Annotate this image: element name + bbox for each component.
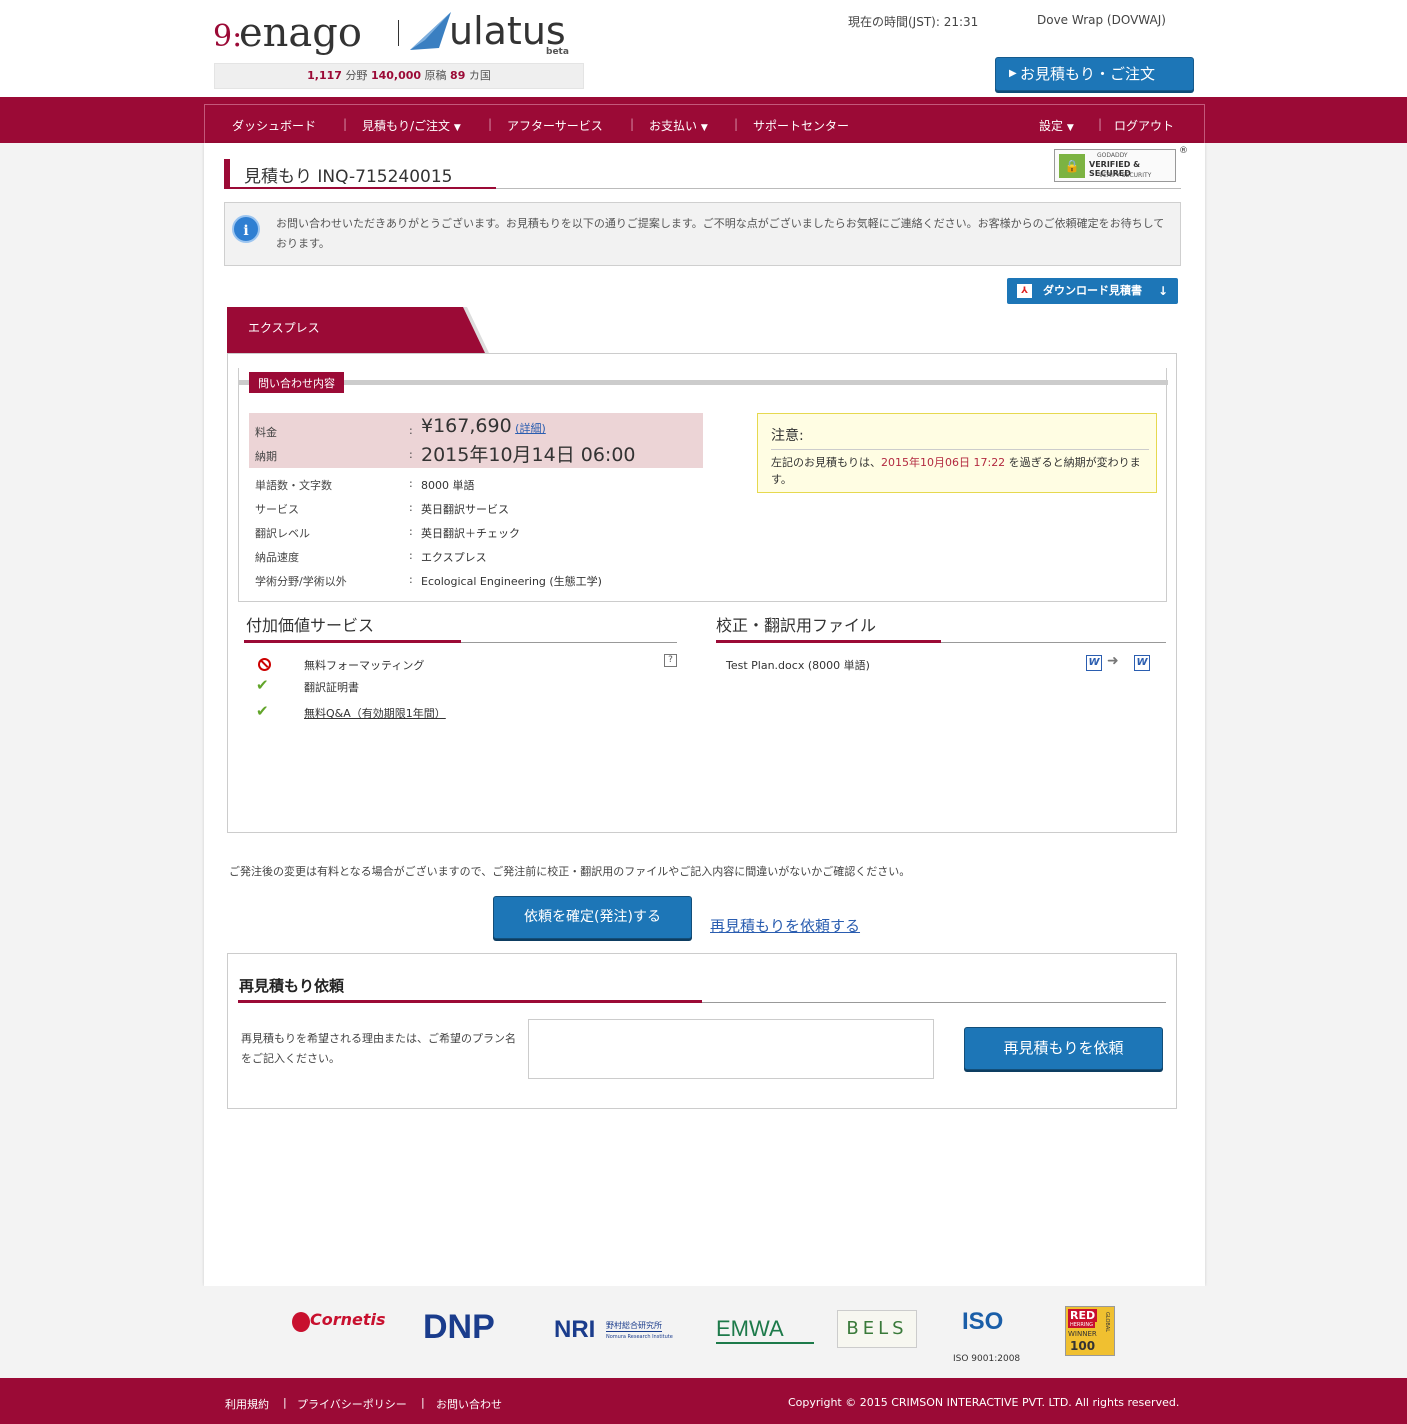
fee-label: 料金 bbox=[255, 426, 277, 439]
nav-support[interactable]: サポートセンター bbox=[753, 117, 849, 134]
requote-panel: 再見積もり依頼 再見積もりを希望される理由または、ご希望のプラン名をご記入くださ… bbox=[227, 953, 1177, 1109]
quote-order-button[interactable]: ▶ お見積もり・ご注文 bbox=[995, 57, 1194, 91]
lock-icon: 🔒 bbox=[1059, 154, 1085, 178]
fee-value: ¥167,690 (詳細) bbox=[421, 415, 546, 437]
help-icon[interactable]: ? bbox=[664, 654, 677, 667]
requote-title: 再見積もり依頼 bbox=[239, 977, 345, 995]
cornetis-logo: Cornetis bbox=[292, 1310, 386, 1332]
beta-label: beta bbox=[546, 47, 569, 57]
notice-title: 注意: bbox=[771, 428, 804, 444]
addon-item: 無料フォーマッティング bbox=[304, 659, 425, 672]
footer-terms-link[interactable]: 利用規約 bbox=[225, 1396, 269, 1412]
addon-services-title: 付加価値サービス bbox=[246, 616, 375, 635]
bels-logo: BELS bbox=[837, 1310, 917, 1348]
header: 9: enago ulatus beta 1,117 分野 140,000 原稿… bbox=[0, 0, 1407, 97]
notice-text: 左記のお見積もりは、2015年10月06日 17:22 を過ぎると納期が変わりま… bbox=[771, 456, 1141, 486]
arrow-down-icon: ↓ bbox=[1158, 284, 1169, 298]
notice-box: 注意: 左記のお見積もりは、2015年10月06日 17:22 を過ぎると納期が… bbox=[757, 413, 1157, 493]
detail-label: 翻訳レベル bbox=[255, 527, 310, 540]
detail-value: 英日翻訳＋チェック bbox=[421, 527, 520, 540]
main-nav: ダッシュボード | 見積もり/ご注文 ▼ | アフターサービス | お支払い ▼… bbox=[204, 104, 1205, 143]
svg-text:9:: 9: bbox=[213, 19, 242, 54]
download-quote-button[interactable]: ⅄ ダウンロード見積書 ↓ bbox=[1007, 278, 1178, 304]
confirm-order-button[interactable]: 依頼を確定(発注)する bbox=[493, 896, 692, 939]
nav-logout[interactable]: ログアウト bbox=[1114, 117, 1174, 134]
caret-right-icon: ▶ bbox=[1009, 68, 1017, 79]
pdf-icon: ⅄ bbox=[1017, 284, 1032, 298]
nav-payment[interactable]: お支払い ▼ bbox=[649, 117, 708, 134]
footer: 利用規約 | プライバシーポリシー | お問い合わせ Copyright © 2… bbox=[0, 1378, 1407, 1424]
delivery-label: 納期 bbox=[255, 450, 277, 463]
detail-label: サービス bbox=[255, 503, 299, 516]
footer-contact-link[interactable]: お問い合わせ bbox=[436, 1396, 502, 1412]
nri-logo: NRI bbox=[554, 1316, 596, 1343]
detail-value: 英日翻訳サービス bbox=[421, 503, 509, 516]
stats-bar: 1,117 分野 140,000 原稿 89 カ国 bbox=[214, 63, 584, 89]
user-name[interactable]: Dove Wrap (DOVWAJ) bbox=[1037, 13, 1166, 27]
detail-value: 8000 単語 bbox=[421, 479, 475, 492]
main-content: 見積もり INQ-715240015 🔒 GODADDY VERIFIED & … bbox=[204, 143, 1205, 1286]
detail-value: Ecological Engineering (生態工学) bbox=[421, 575, 602, 588]
enago-wordmark: enago bbox=[239, 10, 362, 56]
nri-subtitle-en: Nomura Research Institute bbox=[606, 1334, 673, 1340]
check-icon: ✔ bbox=[256, 702, 269, 720]
arrow-right-icon: ➜ bbox=[1107, 653, 1119, 669]
info-message: i お問い合わせいただきありがとうございます。お見積もりを以下の通りご提案します… bbox=[224, 202, 1181, 266]
godaddy-seal[interactable]: 🔒 GODADDY VERIFIED & SECURED VERIFY SECU… bbox=[1054, 146, 1188, 182]
request-requote-link[interactable]: 再見積もりを依頼する bbox=[710, 915, 860, 936]
file-name[interactable]: Test Plan.docx (8000 単語) bbox=[726, 657, 870, 673]
page-title: 見積もり INQ-715240015 bbox=[244, 167, 453, 187]
nav-settings[interactable]: 設定 ▼ bbox=[1039, 117, 1074, 134]
footer-privacy-link[interactable]: プライバシーポリシー bbox=[297, 1396, 407, 1412]
quote-panel: 問い合わせ内容 料金 : ¥167,690 (詳細) 納期 : 2015年10月… bbox=[227, 353, 1177, 833]
detail-label: 単語数・文字数 bbox=[255, 479, 332, 492]
caret-down-icon: ▼ bbox=[700, 123, 708, 133]
caret-down-icon: ▼ bbox=[1066, 123, 1074, 133]
word-doc-icon: W bbox=[1086, 655, 1102, 671]
delivery-value: 2015年10月14日 06:00 bbox=[421, 444, 636, 466]
iso-logo: ISO bbox=[962, 1308, 1004, 1335]
word-doc-icon: W bbox=[1134, 655, 1150, 671]
inquiry-label: 問い合わせ内容 bbox=[249, 372, 344, 393]
nri-subtitle: 野村総合研究所 bbox=[606, 1321, 662, 1332]
requote-label: 再見積もりを希望される理由または、ご希望のプラン名をご記入ください。 bbox=[241, 1032, 516, 1065]
site-logo[interactable]: 9: enago ulatus beta bbox=[213, 8, 585, 58]
requote-submit-button[interactable]: 再見積もりを依頼 bbox=[964, 1027, 1163, 1070]
tab-express[interactable]: エクスプレス bbox=[227, 307, 489, 353]
iso-certification: ISO 9001:2008 bbox=[953, 1354, 1021, 1364]
info-icon: i bbox=[232, 215, 260, 243]
svg-text:エクスプレス: エクスプレス bbox=[248, 321, 320, 335]
nav-dashboard[interactable]: ダッシュボード bbox=[232, 117, 316, 134]
fee-detail-link[interactable]: (詳細) bbox=[515, 422, 546, 435]
footer-copyright: Copyright © 2015 CRIMSON INTERACTIVE PVT… bbox=[788, 1396, 1180, 1409]
inquiry-box: 問い合わせ内容 料金 : ¥167,690 (詳細) 納期 : 2015年10月… bbox=[238, 368, 1168, 602]
check-icon: ✔ bbox=[256, 676, 269, 694]
detail-label: 学術分野/学術以外 bbox=[255, 575, 347, 588]
requote-reason-input[interactable] bbox=[528, 1019, 934, 1079]
not-included-icon bbox=[258, 658, 271, 671]
red-herring-logo: RED HERRING WINNER 100 GLOBAL bbox=[1065, 1306, 1115, 1356]
dnp-logo: DNP bbox=[423, 1308, 495, 1346]
addon-item: 翻訳証明書 bbox=[304, 681, 359, 694]
free-qa-link[interactable]: 無料Q&A（有効期限1年間） bbox=[304, 705, 446, 721]
emwa-logo: EMWA bbox=[716, 1316, 814, 1344]
files-title: 校正・翻訳用ファイル bbox=[716, 616, 877, 635]
nav-after-service[interactable]: アフターサービス bbox=[507, 117, 603, 134]
caret-down-icon: ▼ bbox=[453, 123, 461, 133]
detail-value: エクスプレス bbox=[421, 551, 487, 564]
page-title-bar: 見積もり INQ-715240015 bbox=[224, 159, 1181, 189]
nav-quote-order[interactable]: 見積もり/ご注文 ▼ bbox=[362, 117, 461, 134]
current-time: 現在の時間(JST): 21:31 bbox=[848, 15, 979, 29]
detail-label: 納品速度 bbox=[255, 551, 299, 564]
pre-order-warning: ご発注後の変更は有料となる場合がございますので、ご発注前に校正・翻訳用のファイル… bbox=[229, 865, 911, 878]
client-logos: Cornetis DNP NRI 野村総合研究所 Nomura Research… bbox=[0, 1286, 1407, 1378]
